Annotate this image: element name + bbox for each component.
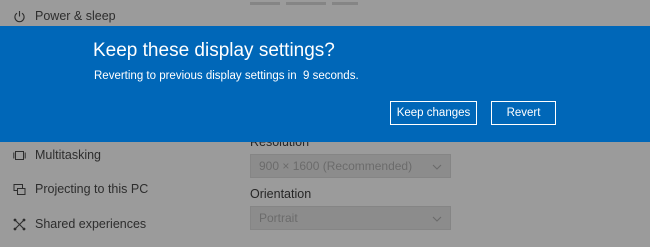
sidebar-item-label: Projecting to this PC [35,182,149,196]
sidebar-item-projecting[interactable]: Projecting to this PC [12,179,148,199]
sidebar-item-power-sleep[interactable]: Power & sleep [12,6,116,26]
orientation-dropdown[interactable]: Portrait [250,206,451,230]
dialog-countdown-message: Reverting to previous display settings i… [94,70,359,82]
dialog-title: Keep these display settings? [93,40,335,61]
sidebar-item-label: Power & sleep [35,9,116,23]
revert-button[interactable]: Revert [491,101,556,125]
chevron-down-icon [432,161,442,171]
orientation-label: Orientation [250,187,312,201]
display-settings-screen: Power & sleep Multitasking Projecting to… [0,0,650,247]
resolution-dropdown[interactable]: 900 × 1600 (Recommended) [250,154,451,178]
sidebar-item-label: Shared experiences [35,217,147,231]
power-icon [12,9,26,23]
keep-changes-button[interactable]: Keep changes [390,101,477,125]
multitasking-icon [12,148,26,162]
projecting-icon [12,182,26,196]
chevron-down-icon [432,213,442,223]
section-heading-fragment [250,0,360,13]
orientation-value: Portrait [259,211,298,225]
sidebar-item-shared-experiences[interactable]: Shared experiences [12,214,146,234]
shared-experiences-icon [12,217,26,231]
sidebar-item-multitasking[interactable]: Multitasking [12,145,101,165]
keep-display-settings-dialog: Keep these display settings? Reverting t… [0,26,650,142]
sidebar-item-label: Multitasking [35,148,101,162]
resolution-value: 900 × 1600 (Recommended) [259,159,413,173]
